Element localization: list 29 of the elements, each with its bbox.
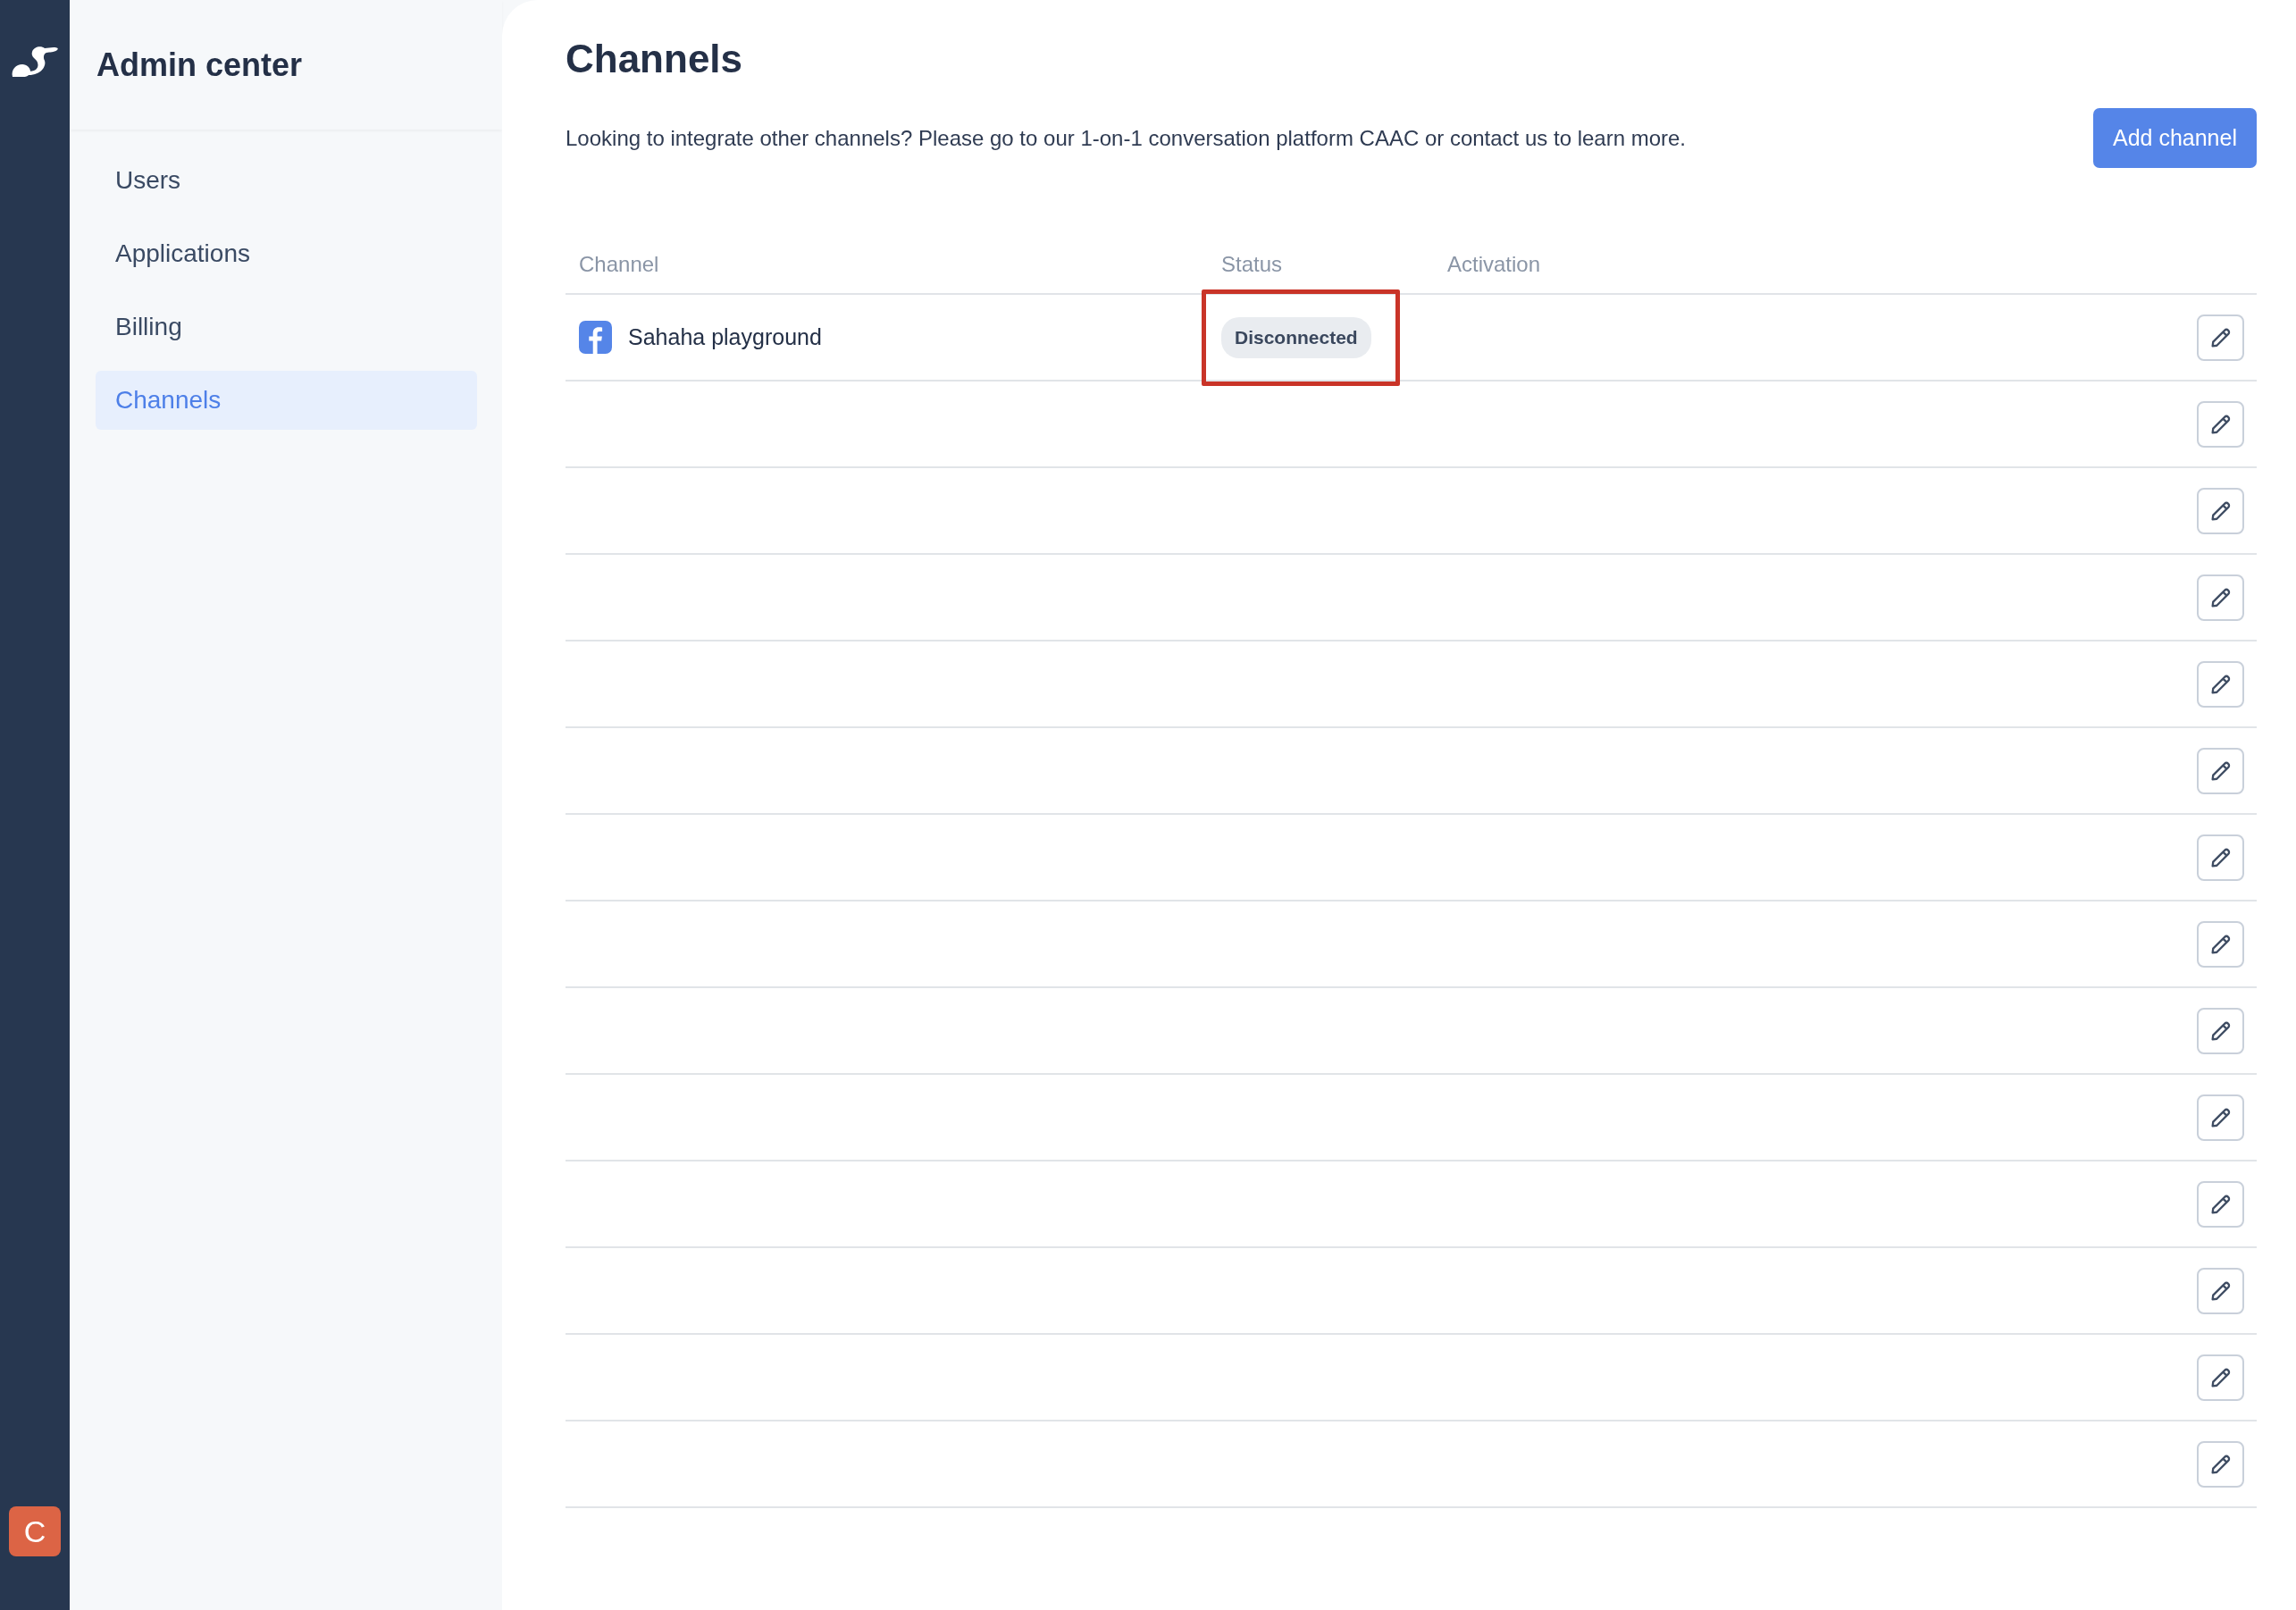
column-header: Channel xyxy=(579,252,659,277)
sidebar-title: Admin center xyxy=(96,45,303,85)
status-badge: Disconnected xyxy=(1221,317,1371,358)
edit-button[interactable] xyxy=(2197,834,2244,881)
edit-button[interactable] xyxy=(2197,660,2244,708)
edit-button[interactable] xyxy=(2197,1180,2244,1228)
edit-button[interactable] xyxy=(2197,487,2244,534)
add-channel-button[interactable]: Add channel xyxy=(2093,107,2257,169)
edit-button[interactable] xyxy=(2197,1354,2244,1401)
column-header: Status xyxy=(1221,252,1283,277)
bird-logo-icon[interactable] xyxy=(11,45,59,79)
description-text: Looking to integrate other channels? Please go to our 1-on-1 conversation platform CAAC or contact us to learn more. xyxy=(566,124,1687,152)
channel-name: Sahaha playground xyxy=(628,323,822,352)
column-header: Activation xyxy=(1447,252,1541,277)
edit-button[interactable] xyxy=(2197,1440,2244,1488)
edit-button[interactable] xyxy=(2197,920,2244,968)
f-letter-icon xyxy=(579,321,612,355)
edit-button[interactable] xyxy=(2197,314,2244,361)
edit-button[interactable] xyxy=(2197,400,2244,448)
sidebar-item[interactable]: Applications xyxy=(96,224,477,283)
edit-button[interactable] xyxy=(2197,574,2244,621)
user-avatar[interactable]: C xyxy=(9,1506,61,1556)
edit-button[interactable] xyxy=(2197,1267,2244,1314)
sidebar-item[interactable]: Billing xyxy=(96,298,477,356)
edit-button[interactable] xyxy=(2197,1094,2244,1141)
page-title: Channels xyxy=(566,36,744,82)
sidebar-item[interactable]: Users xyxy=(96,151,477,210)
edit-button[interactable] xyxy=(2197,747,2244,794)
edit-button[interactable] xyxy=(2197,1007,2244,1054)
